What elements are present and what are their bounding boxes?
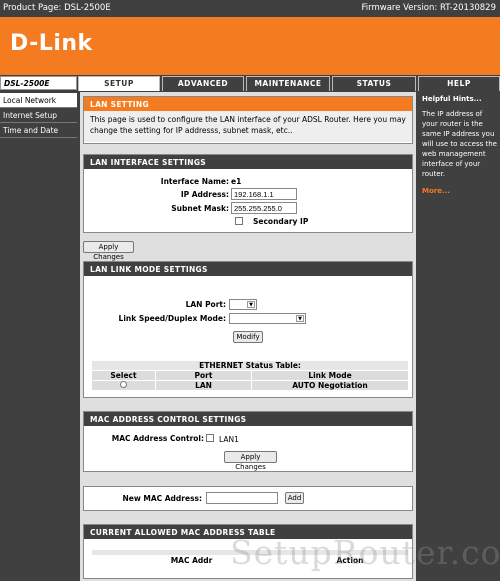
port-cell: LAN — [155, 380, 252, 391]
table-header-port: Port — [155, 370, 252, 381]
add-mac-button[interactable]: Add — [285, 492, 304, 504]
ip-address-label: IP Address: — [180, 190, 229, 199]
tab-status[interactable]: STATUS — [332, 76, 416, 91]
helpful-hints-panel: Helpful Hints... The IP address of your … — [419, 92, 500, 581]
product-page-label: Product Page: DSL-2500E — [3, 3, 111, 13]
new-mac-label: New MAC Address: — [122, 494, 202, 503]
hints-text: The IP address of your router is the sam… — [422, 110, 497, 178]
lan-port-label: LAN Port: — [185, 300, 226, 309]
subnet-mask-input[interactable] — [231, 202, 297, 214]
apply-changes-button[interactable]: Apply Changes — [83, 241, 134, 261]
link-mode-cell: AUTO Negotiation — [251, 380, 409, 391]
secondary-ip-label: Secondary IP — [253, 217, 309, 226]
sidebar-item-time-and-date[interactable]: Time and Date — [0, 123, 77, 138]
lan-interface-section: LAN INTERFACE SETTINGS Interface Name: e… — [83, 154, 413, 233]
subnet-mask-label: Subnet Mask: — [171, 204, 229, 213]
lan1-label: LAN1 — [219, 435, 239, 444]
lan-link-mode-section: LAN LINK MODE SETTINGS LAN Port: ▼ Link … — [83, 261, 413, 398]
mac-control-label: MAC Address Control: — [111, 434, 204, 443]
new-mac-input[interactable] — [206, 492, 278, 504]
select-cell — [91, 380, 156, 391]
sidebar-item-internet-setup[interactable]: Internet Setup — [0, 108, 77, 123]
table-row: LAN AUTO Negotiation — [91, 380, 409, 391]
tab-advanced[interactable]: ADVANCED — [162, 76, 244, 91]
watermark: SetupRouter.com — [230, 533, 500, 572]
link-speed-select[interactable]: ▼ — [229, 313, 306, 324]
lan-setting-title: LAN SETTING — [84, 97, 412, 111]
interface-name-label: Interface Name: — [160, 177, 229, 186]
tab-setup[interactable]: SETUP — [78, 76, 160, 91]
table-header-select: Select — [91, 370, 156, 381]
tab-maintenance[interactable]: MAINTENANCE — [246, 76, 330, 91]
dlink-logo: D-Link — [10, 31, 93, 56]
mac-control-title: MAC ADDRESS CONTROL SETTINGS — [84, 412, 412, 426]
hints-title: Helpful Hints... — [422, 95, 482, 103]
lan-port-select[interactable]: ▼ — [229, 299, 257, 310]
secondary-ip-checkbox[interactable] — [235, 217, 243, 225]
sidebar-item-local-network[interactable]: Local Network — [0, 93, 77, 108]
mac-apply-changes-button[interactable]: Apply Changes — [224, 451, 277, 471]
firmware-version-label: Firmware Version: RT-20130829 — [361, 3, 496, 13]
more-link[interactable]: More... — [422, 187, 497, 195]
table-header-link-mode: Link Mode — [251, 370, 409, 381]
ip-address-input[interactable] — [231, 188, 297, 200]
interface-name-value: e1 — [231, 177, 242, 186]
lan-interface-title: LAN INTERFACE SETTINGS — [84, 155, 412, 169]
lan-link-mode-title: LAN LINK MODE SETTINGS — [84, 262, 412, 276]
ethernet-status-table: ETHERNET Status Table: Select Port Link … — [91, 360, 409, 391]
link-speed-label: Link Speed/Duplex Mode: — [118, 314, 226, 323]
lan-setting-description: This page is used to configure the LAN i… — [84, 111, 412, 142]
brand-banner: D-Link — [0, 17, 500, 75]
lan1-checkbox[interactable] — [206, 434, 214, 442]
sidebar: Local Network Internet Setup Time and Da… — [0, 93, 77, 138]
lan-setting-section: LAN SETTING This page is used to configu… — [83, 96, 413, 144]
main-content: LAN SETTING This page is used to configu… — [80, 92, 416, 581]
model-name: DSL-2500E — [0, 76, 77, 90]
tab-help[interactable]: HELP — [418, 76, 500, 91]
ethernet-status-table-title: ETHERNET Status Table: — [91, 360, 409, 371]
top-bar: Product Page: DSL-2500E Firmware Version… — [0, 0, 500, 17]
modify-button[interactable]: Modify — [233, 331, 263, 343]
mac-control-section: MAC ADDRESS CONTROL SETTINGS MAC Address… — [83, 411, 413, 472]
chevron-down-icon: ▼ — [247, 301, 255, 308]
chevron-down-icon: ▼ — [296, 315, 304, 322]
port-select-radio[interactable] — [120, 381, 127, 388]
new-mac-section: New MAC Address: Add — [83, 486, 413, 511]
